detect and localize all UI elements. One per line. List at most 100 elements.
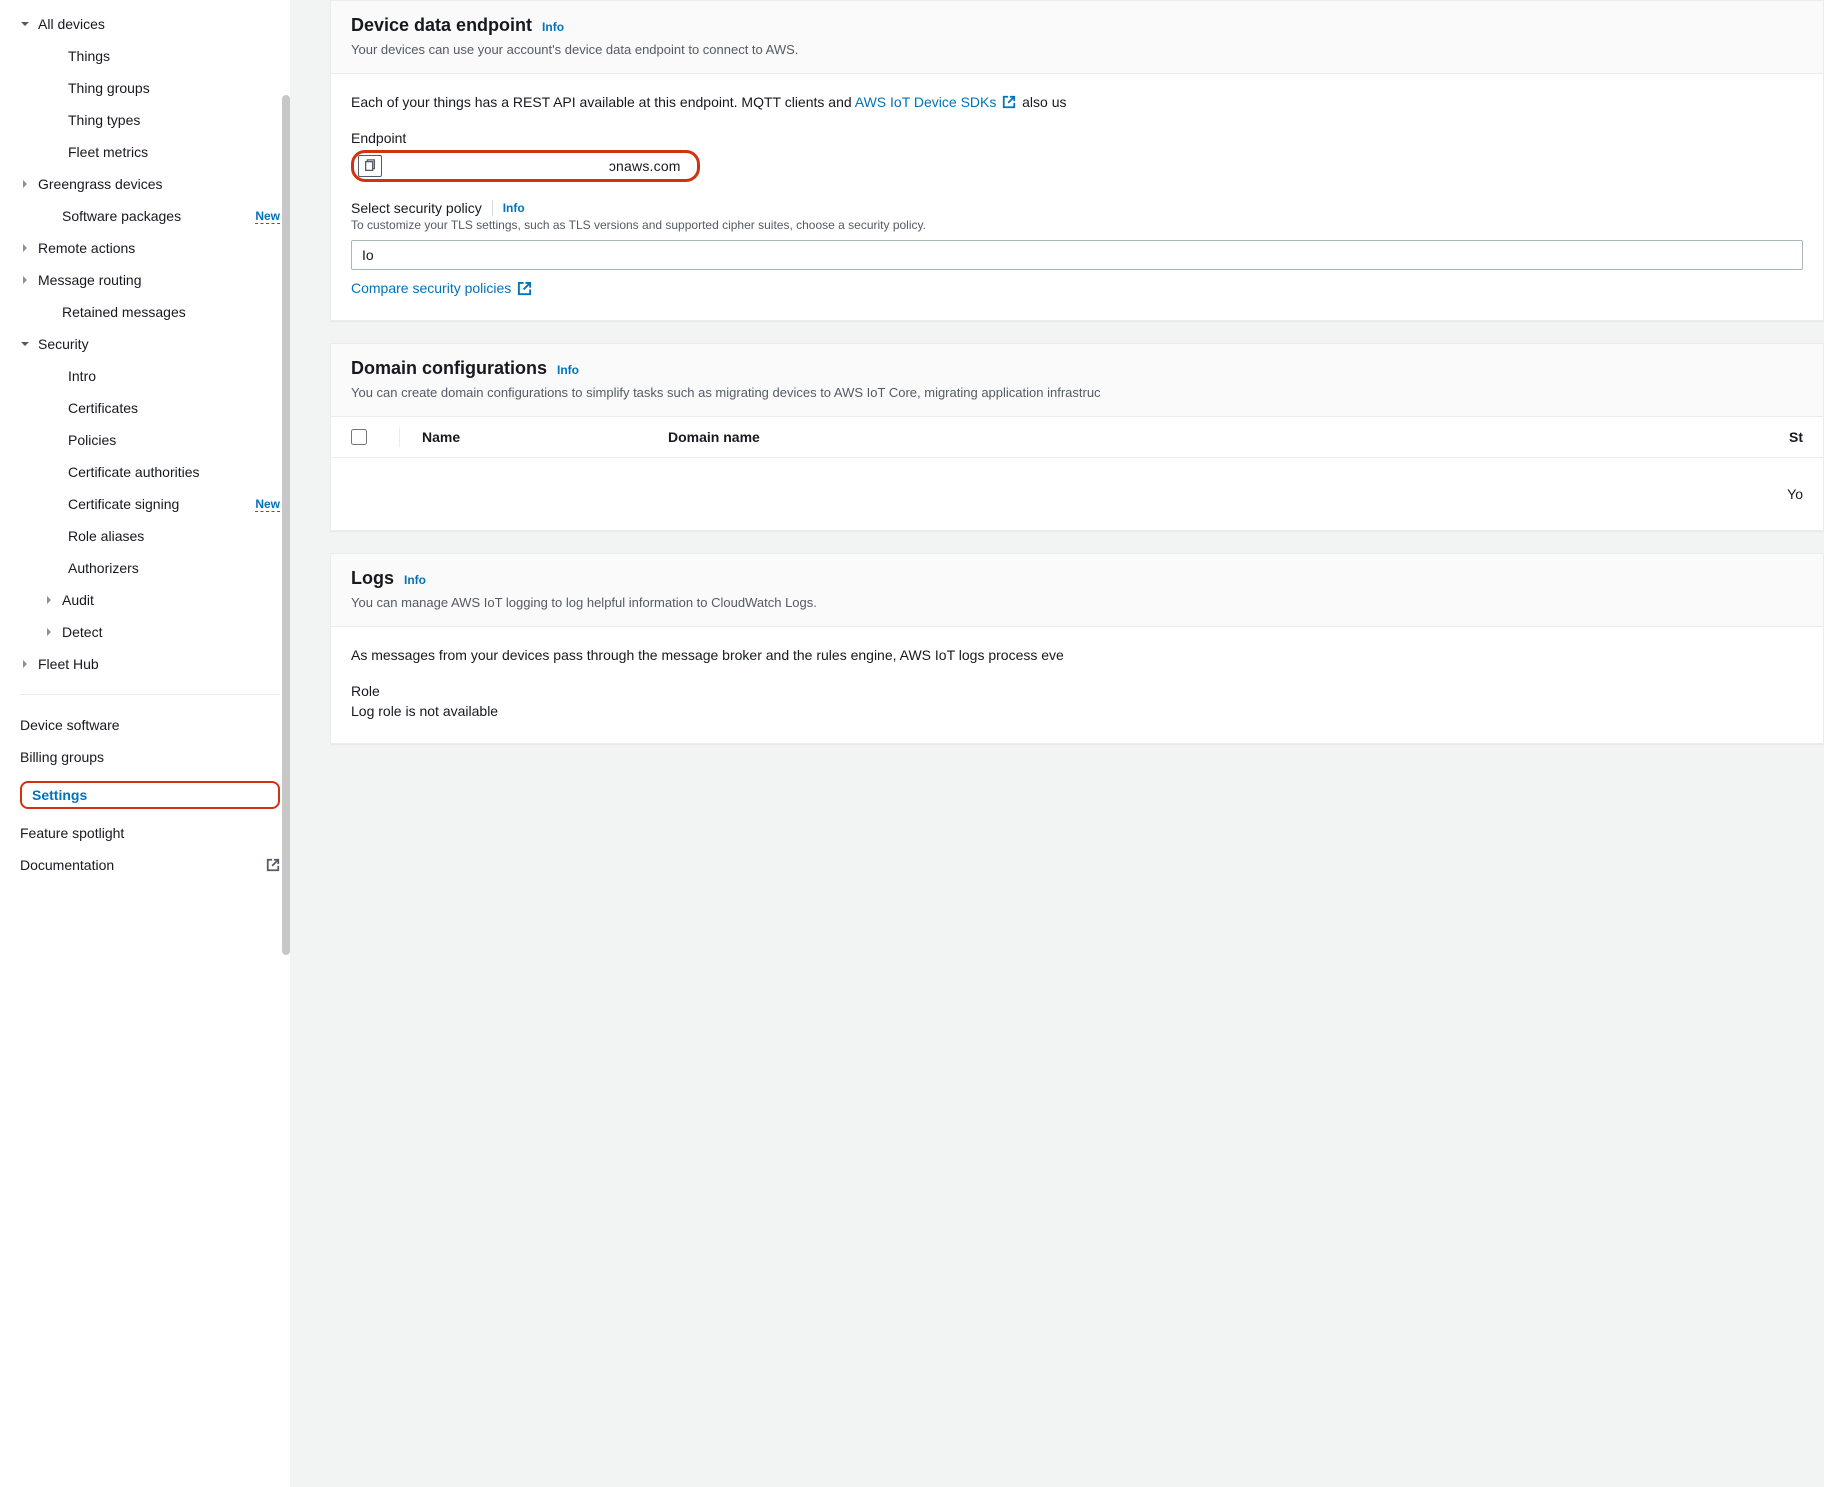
domain-configurations-panel: Domain configurations Info You can creat… (330, 343, 1824, 531)
device-data-subtitle: Your devices can use your account's devi… (351, 42, 1803, 57)
body-suffix: also us (1018, 94, 1066, 110)
sidebar-item-label: Device software (20, 717, 280, 733)
info-link[interactable]: Info (557, 363, 579, 377)
sidebar-item-message-routing[interactable]: Message routing (20, 264, 280, 296)
sidebar-item-certificate-authorities[interactable]: Certificate authorities (20, 456, 280, 488)
sidebar-item-label: Policies (68, 432, 280, 448)
compare-policies-link[interactable]: Compare security policies (351, 280, 532, 296)
sdk-link[interactable]: AWS IoT Device SDKs (855, 94, 997, 110)
sidebar-item-retained-messages[interactable]: Retained messages (20, 296, 280, 328)
sidebar-item-policies[interactable]: Policies (20, 424, 280, 456)
device-data-endpoint-panel: Device data endpoint Info Your devices c… (330, 0, 1824, 321)
column-domain-name[interactable]: Domain name (668, 429, 1108, 445)
logs-body: As messages from your devices pass throu… (351, 647, 1803, 663)
sidebar-item-settings[interactable]: Settings (20, 773, 280, 817)
sidebar-item-label: Message routing (38, 272, 280, 288)
sidebar-item-label: Authorizers (68, 560, 280, 576)
nav-divider (20, 694, 280, 695)
sidebar-item-remote-actions[interactable]: Remote actions (20, 232, 280, 264)
sidebar-item-documentation[interactable]: Documentation (20, 849, 280, 881)
security-policy-value: Io (362, 247, 413, 263)
sidebar-item-security[interactable]: Security (20, 328, 280, 360)
sidebar-item-label: Fleet metrics (68, 144, 280, 160)
sidebar-item-audit[interactable]: Audit (20, 584, 280, 616)
main-content: Device data endpoint Info Your devices c… (290, 0, 1824, 1487)
sidebar-item-billing-groups[interactable]: Billing groups (20, 741, 280, 773)
caret-down-icon (20, 19, 34, 29)
sidebar-item-role-aliases[interactable]: Role aliases (20, 520, 280, 552)
panel-body: As messages from your devices pass throu… (331, 627, 1823, 743)
info-link[interactable]: Info (542, 20, 564, 34)
sidebar-item-label: Fleet Hub (38, 656, 280, 672)
caret-right-icon (20, 243, 34, 253)
info-link[interactable]: Info (404, 573, 426, 587)
sidebar-item-label: Greengrass devices (38, 176, 280, 192)
caret-down-icon (20, 339, 34, 349)
sidebar-item-certificates[interactable]: Certificates (20, 392, 280, 424)
domain-config-subtitle: You can create domain configurations to … (351, 385, 1803, 400)
sidebar-item-greengrass-devices[interactable]: Greengrass devices (20, 168, 280, 200)
compare-policies-label: Compare security policies (351, 280, 511, 296)
copy-icon (363, 159, 377, 173)
sidebar-item-label: Detect (62, 624, 280, 640)
sidebar-item-label: Intro (68, 368, 280, 384)
endpoint-label: Endpoint (351, 130, 1803, 146)
info-link[interactable]: Info (503, 201, 525, 215)
panel-body: Each of your things has a REST API avail… (331, 74, 1823, 320)
panel-header: Device data endpoint Info Your devices c… (331, 1, 1823, 74)
domain-config-table: Name Domain name St Yo (331, 417, 1823, 530)
panel-title-row: Logs Info (351, 568, 1803, 589)
security-policy-label-row: Select security policy Info (351, 200, 1803, 216)
logs-role-label: Role (351, 683, 1803, 699)
endpoint-row-highlight: ɔnaws.com (351, 150, 700, 182)
sidebar-item-label: Feature spotlight (20, 825, 280, 841)
logs-panel: Logs Info You can manage AWS IoT logging… (330, 553, 1824, 744)
column-name[interactable]: Name (408, 429, 668, 445)
sidebar-item-intro[interactable]: Intro (20, 360, 280, 392)
device-data-title: Device data endpoint (351, 15, 532, 36)
nav-list: All devicesThings Thing groups Thing types… (20, 8, 280, 680)
sidebar-item-label: Retained messages (62, 304, 280, 320)
sidebar-item-device-software[interactable]: Device software (20, 709, 280, 741)
scrollbar[interactable] (282, 95, 290, 955)
domain-config-title: Domain configurations (351, 358, 547, 379)
sidebar-item-label: Certificates (68, 400, 280, 416)
sidebar-item-thing-types[interactable]: Thing types (20, 104, 280, 136)
column-status[interactable]: St (1108, 429, 1803, 445)
new-badge: New (255, 497, 280, 512)
external-link-icon (1002, 95, 1016, 109)
endpoint-value: ɔnaws.com (388, 158, 681, 174)
sidebar-item-detect[interactable]: Detect (20, 616, 280, 648)
sidebar-item-authorizers[interactable]: Authorizers (20, 552, 280, 584)
nav-footer-list: Device software Billing groups Settings Fea… (20, 709, 280, 881)
security-policy-select[interactable]: Io (351, 240, 1803, 270)
caret-right-icon (44, 627, 58, 637)
col-separator (399, 427, 400, 447)
sidebar-item-label: Thing types (68, 112, 280, 128)
sidebar-item-label: Certificate signing (68, 496, 249, 512)
panel-header: Logs Info You can manage AWS IoT logging… (331, 554, 1823, 627)
sidebar-item-all-devices[interactable]: All devices (20, 8, 280, 40)
caret-right-icon (20, 659, 34, 669)
panel-header: Domain configurations Info You can creat… (331, 344, 1823, 417)
table-empty-state: Yo (331, 458, 1823, 530)
sidebar-item-certificate-signing[interactable]: Certificate signing New (20, 488, 280, 520)
sidebar-item-label: Thing groups (68, 80, 280, 96)
sidebar-item-label: Remote actions (38, 240, 280, 256)
panel-title-row: Device data endpoint Info (351, 15, 1803, 36)
copy-endpoint-button[interactable] (358, 155, 382, 177)
panel-title-row: Domain configurations Info (351, 358, 1803, 379)
sidebar-item-fleet-metrics[interactable]: Fleet metrics (20, 136, 280, 168)
logs-subtitle: You can manage AWS IoT logging to log he… (351, 595, 1803, 610)
sidebar-item-label: Settings (20, 781, 280, 809)
security-policy-label: Select security policy (351, 200, 482, 216)
sidebar-item-things[interactable]: Things (20, 40, 280, 72)
sidebar-item-label: Certificate authorities (68, 464, 280, 480)
sidebar-item-thing-groups[interactable]: Thing groups (20, 72, 280, 104)
caret-right-icon (44, 595, 58, 605)
logs-title: Logs (351, 568, 394, 589)
select-all-checkbox[interactable] (351, 429, 367, 445)
sidebar-item-feature-spotlight[interactable]: Feature spotlight (20, 817, 280, 849)
sidebar-item-software-packages[interactable]: Software packagesNew (20, 200, 280, 232)
sidebar-item-fleet-hub[interactable]: Fleet Hub (20, 648, 280, 680)
